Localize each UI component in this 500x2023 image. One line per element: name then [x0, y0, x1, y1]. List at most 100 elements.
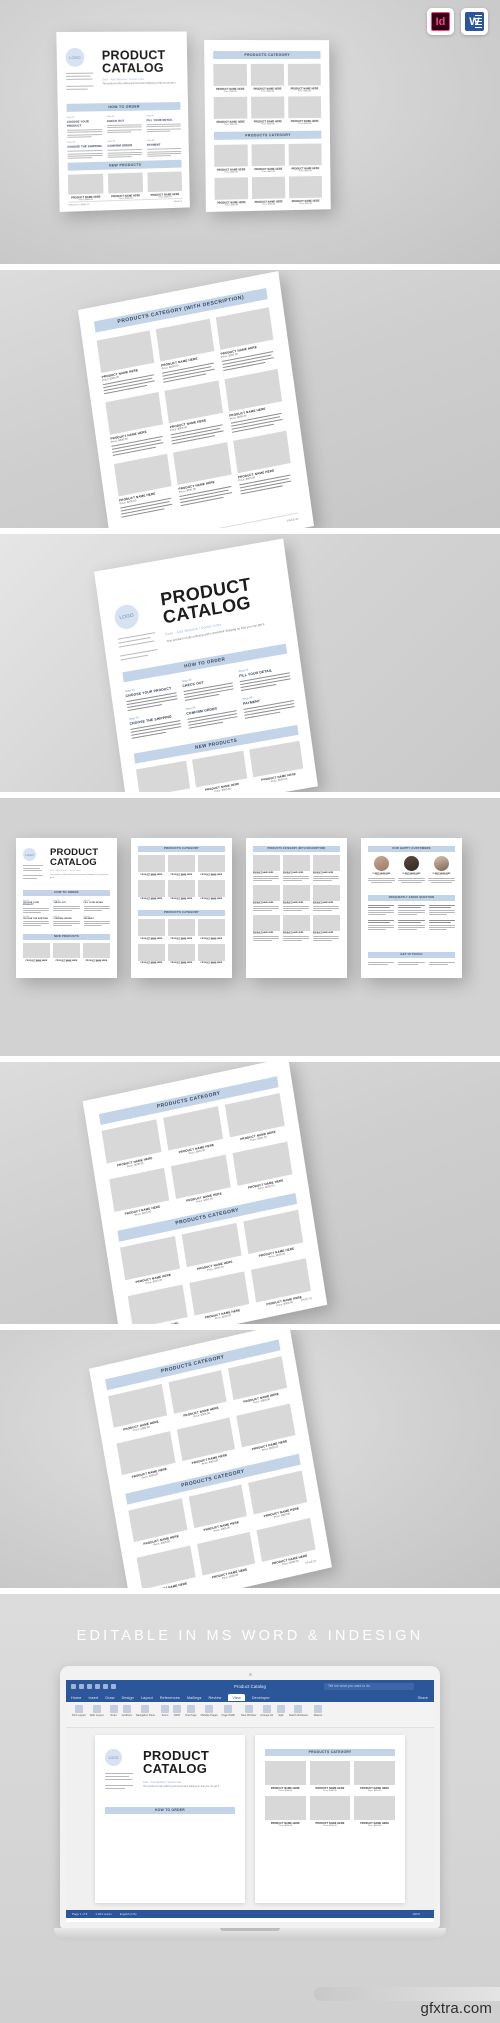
footer-label: PRODUCT CATALOG: [68, 203, 90, 207]
product-card: PRODUCT NAME HERE Price: $000.00: [354, 1761, 395, 1792]
product-card: PRODUCT NAME HERE Price: $000.00: [108, 1383, 168, 1437]
product-card: PRODUCT NAME HERE Price: $000.00: [189, 1271, 250, 1324]
new-products-grid: PRODUCT NAME HERE Price: $000.00 PRODUCT…: [23, 943, 110, 963]
step-item: Step 05 CONFIRM ORDER: [53, 916, 80, 926]
product-card: PRODUCT NAME HERE Price: $000.00: [288, 143, 322, 172]
step-item: Step 02 CHECK OUT: [107, 115, 142, 137]
product-card: PRODUCT NAME HERE Price: $000.00: [251, 96, 285, 125]
section-faq: FREQUENTLY ASKED QUESTION: [368, 895, 455, 901]
ribbon-tabs[interactable]: Home Insert Draw Design Layout Reference…: [66, 1693, 434, 1702]
testimonial-card: CLIENT NAME HERE Company / Position: [398, 856, 425, 883]
tab-home[interactable]: Home: [71, 1696, 81, 1700]
one-page-icon: [186, 1705, 195, 1713]
step-item: Step 03 FILL YOUR DETAIL: [146, 115, 181, 136]
tab-layout[interactable]: Layout: [141, 1696, 153, 1700]
category-grid-top: PRODUCT NAME HERE Price: $000.00 PRODUCT…: [265, 1761, 395, 1827]
product-card: PRODUCT NAME HERE Price: $000.00: [196, 1531, 257, 1585]
tab-references[interactable]: References: [160, 1696, 180, 1700]
undo-icon[interactable]: [79, 1684, 84, 1689]
page-width-button[interactable]: Page Width: [222, 1705, 235, 1717]
zoom-100-button[interactable]: 100%: [172, 1705, 181, 1717]
switch-windows-button[interactable]: Switch Windows: [289, 1705, 308, 1717]
catalog-category-page-angled-2: PRODUCTS CATEGORY PRODUCT NAME HERE Pric…: [89, 1330, 332, 1588]
new-window-icon: [244, 1705, 253, 1713]
one-page-button[interactable]: One Page: [185, 1705, 197, 1717]
print-layout-button[interactable]: Print Layout: [72, 1705, 86, 1717]
product-card: PRODUCT NAME HERE Price: $000.00: [313, 855, 340, 881]
ruler-checkbox[interactable]: Ruler: [109, 1705, 118, 1717]
gridlines-checkbox[interactable]: Gridlines: [122, 1705, 132, 1717]
product-card: PRODUCT NAME HERE Price: $000.00: [251, 143, 285, 173]
product-card: PRODUCT NAME HERE Price: $000.00: [156, 318, 217, 383]
title-line-1: PRODUCT: [143, 1748, 210, 1763]
tab-mailings[interactable]: Mailings: [187, 1696, 202, 1700]
macros-button[interactable]: Macros: [314, 1705, 322, 1717]
watermark-bar: [314, 1987, 500, 2001]
product-card: PRODUCT NAME HERE Price: $000.00: [253, 915, 280, 941]
faq-item: [398, 920, 425, 931]
section-products-category-2: PRODUCTS CATEGORY: [138, 910, 225, 916]
faq-item: [428, 905, 455, 916]
product-card: PRODUCT NAME HERE Price: $000.00: [253, 885, 280, 911]
redo-icon[interactable]: [87, 1684, 92, 1689]
product-card: PRODUCT NAME HERE Price: $000.00: [138, 919, 165, 941]
multiple-pages-button[interactable]: Multiple Pages: [201, 1705, 218, 1717]
touch-mode-icon[interactable]: [103, 1684, 108, 1689]
switch-windows-icon: [294, 1705, 303, 1713]
product-card: PRODUCT NAME HERE Price: $000.00: [114, 453, 175, 518]
faq-item: [368, 920, 395, 931]
product-card: PRODUCT NAME HERE Price: $000.00: [138, 879, 165, 901]
status-bar[interactable]: Page 1 of 8 1,024 words English (US) 100…: [66, 1910, 434, 1918]
new-window-button[interactable]: New Window: [241, 1705, 256, 1717]
mockup-panel-cover-angled: LOGO PRODUCT CATALOG Date - Add Website …: [0, 534, 500, 792]
product-card: PRODUCT NAME HERE Price: $000.00: [168, 919, 195, 941]
ribbon-toolbar[interactable]: Print Layout Web Layout Ruler Gridlines …: [66, 1702, 434, 1728]
step-item: Step 03 FILL YOUR DETAIL: [83, 900, 110, 913]
logo-badge: LOGO: [65, 47, 85, 67]
step-item: Step 03 FILL YOUR DETAIL: [238, 660, 291, 692]
title-line-2: CATALOG: [143, 1761, 208, 1777]
zoom-100-icon: [172, 1705, 181, 1713]
title-line-2: CATALOG: [101, 60, 164, 76]
tab-review[interactable]: Review: [208, 1696, 221, 1700]
catalog-cover-page-angled: LOGO PRODUCT CATALOG Date - Add Website …: [94, 538, 318, 792]
description-grid: PRODUCT NAME HERE Price: $000.00 PRODUCT…: [96, 307, 294, 518]
tab-design[interactable]: Design: [122, 1696, 134, 1700]
search-box[interactable]: Tell me what you want to do: [324, 1683, 414, 1690]
quick-access-toolbar[interactable]: [66, 1684, 116, 1689]
product-card: PRODUCT NAME HERE Price: $000.00: [136, 1545, 197, 1588]
page-thumb-cover: LOGO PRODUCT CATALOG Date - Add Website …: [16, 838, 117, 978]
customize-qat-icon[interactable]: [111, 1684, 116, 1689]
product-card: PRODUCT NAME HERE Price: $000.00: [265, 1761, 306, 1792]
product-card: PRODUCT NAME HERE Price: $000.00: [313, 915, 340, 941]
tab-developer[interactable]: Developer: [252, 1696, 270, 1700]
share-button[interactable]: Share: [417, 1696, 428, 1700]
web-layout-button[interactable]: Web Layout: [90, 1705, 104, 1717]
product-card: PRODUCT NAME HERE Price: $000.00: [105, 391, 166, 456]
product-card: PRODUCT NAME HERE Price: $000.00: [248, 1470, 308, 1524]
ribbon-group-views: Print Layout Web Layout: [72, 1705, 104, 1724]
tab-insert[interactable]: Insert: [88, 1696, 98, 1700]
print-icon[interactable]: [95, 1684, 100, 1689]
zoom-button[interactable]: Zoom: [160, 1705, 169, 1717]
section-how-to-order: HOW TO ORDER: [66, 102, 181, 112]
product-card: PRODUCT NAME HERE Price: $000.00: [198, 879, 225, 901]
mockup-panel-category-angled: PRODUCTS CATEGORY PRODUCT NAME HERE Pric…: [0, 1062, 500, 1324]
section-products-category-2: PRODUCTS CATEGORY: [213, 130, 322, 140]
arrange-all-button[interactable]: Arrange All: [260, 1705, 273, 1717]
tab-draw[interactable]: Draw: [105, 1696, 114, 1700]
product-card: PRODUCT NAME HERE Price: $000.00: [283, 885, 310, 911]
product-card: PRODUCT NAME HERE Price: $000.00: [176, 1417, 237, 1470]
product-card: PRODUCT NAME HERE Price: $000.00: [251, 176, 286, 206]
product-card: PRODUCT NAME HERE Price: $000.00: [224, 368, 285, 433]
step-item: Step 05 CONFIRM ORDER: [107, 140, 143, 159]
product-card: PRODUCT NAME HERE Price: $000.00: [23, 943, 50, 963]
product-card: PRODUCT NAME HERE Price: $000.00: [188, 1484, 248, 1537]
document-canvas[interactable]: LOGO PRODUCT CATALOG Date - Add Website …: [66, 1728, 434, 1910]
save-icon[interactable]: [71, 1684, 76, 1689]
split-button[interactable]: Split: [276, 1705, 285, 1717]
navigation-pane-checkbox[interactable]: Navigation Pane: [136, 1705, 155, 1717]
step-item: Step 01 CHOOSE YOUR PRODUCT: [23, 900, 50, 913]
product-card: PRODUCT NAME HERE Price: $000.00: [120, 1235, 181, 1289]
tab-view[interactable]: View: [228, 1694, 245, 1701]
